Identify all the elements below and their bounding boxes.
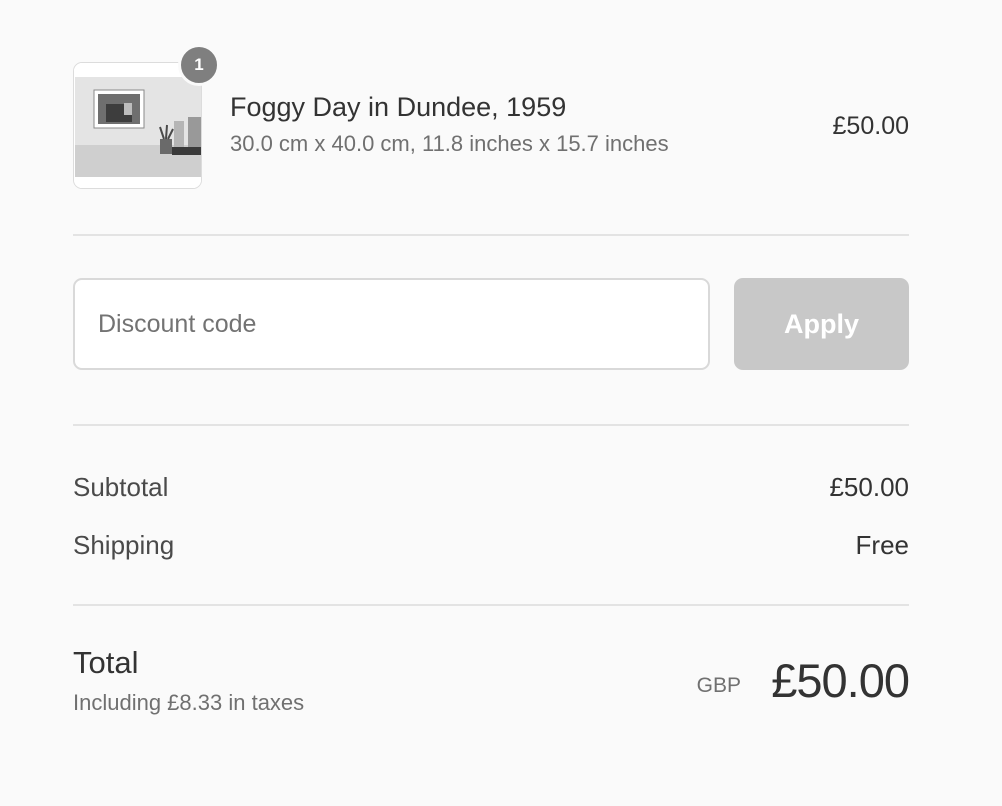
currency-code: GBP: [696, 674, 741, 697]
divider: [73, 424, 909, 426]
tax-note: Including £8.33 in taxes: [73, 690, 305, 715]
divider: [73, 234, 909, 236]
product-image: [74, 63, 201, 188]
product-price: £50.00: [832, 112, 909, 140]
order-summary: 1 Foggy Day in Dundee, 1959 30.0 cm x 40…: [73, 0, 910, 806]
product-variant: 30.0 cm x 40.0 cm, 11.8 inches x 15.7 in…: [230, 131, 669, 156]
product-name: Foggy Day in Dundee, 1959: [230, 92, 567, 122]
line-item: 1 Foggy Day in Dundee, 1959 30.0 cm x 40…: [73, 44, 909, 189]
discount-code-input[interactable]: [73, 278, 710, 370]
subtotal-value: £50.00: [829, 472, 909, 502]
shipping-label: Shipping: [73, 530, 175, 560]
subtotal-label: Subtotal: [73, 472, 169, 502]
total-label: Total: [73, 645, 139, 680]
quantity-badge: 1: [178, 44, 220, 86]
divider: [73, 604, 909, 606]
product-thumbnail: [73, 62, 202, 189]
apply-discount-button[interactable]: Apply: [734, 278, 909, 370]
shipping-value: Free: [855, 530, 909, 560]
total-value: £50.00: [771, 654, 910, 707]
